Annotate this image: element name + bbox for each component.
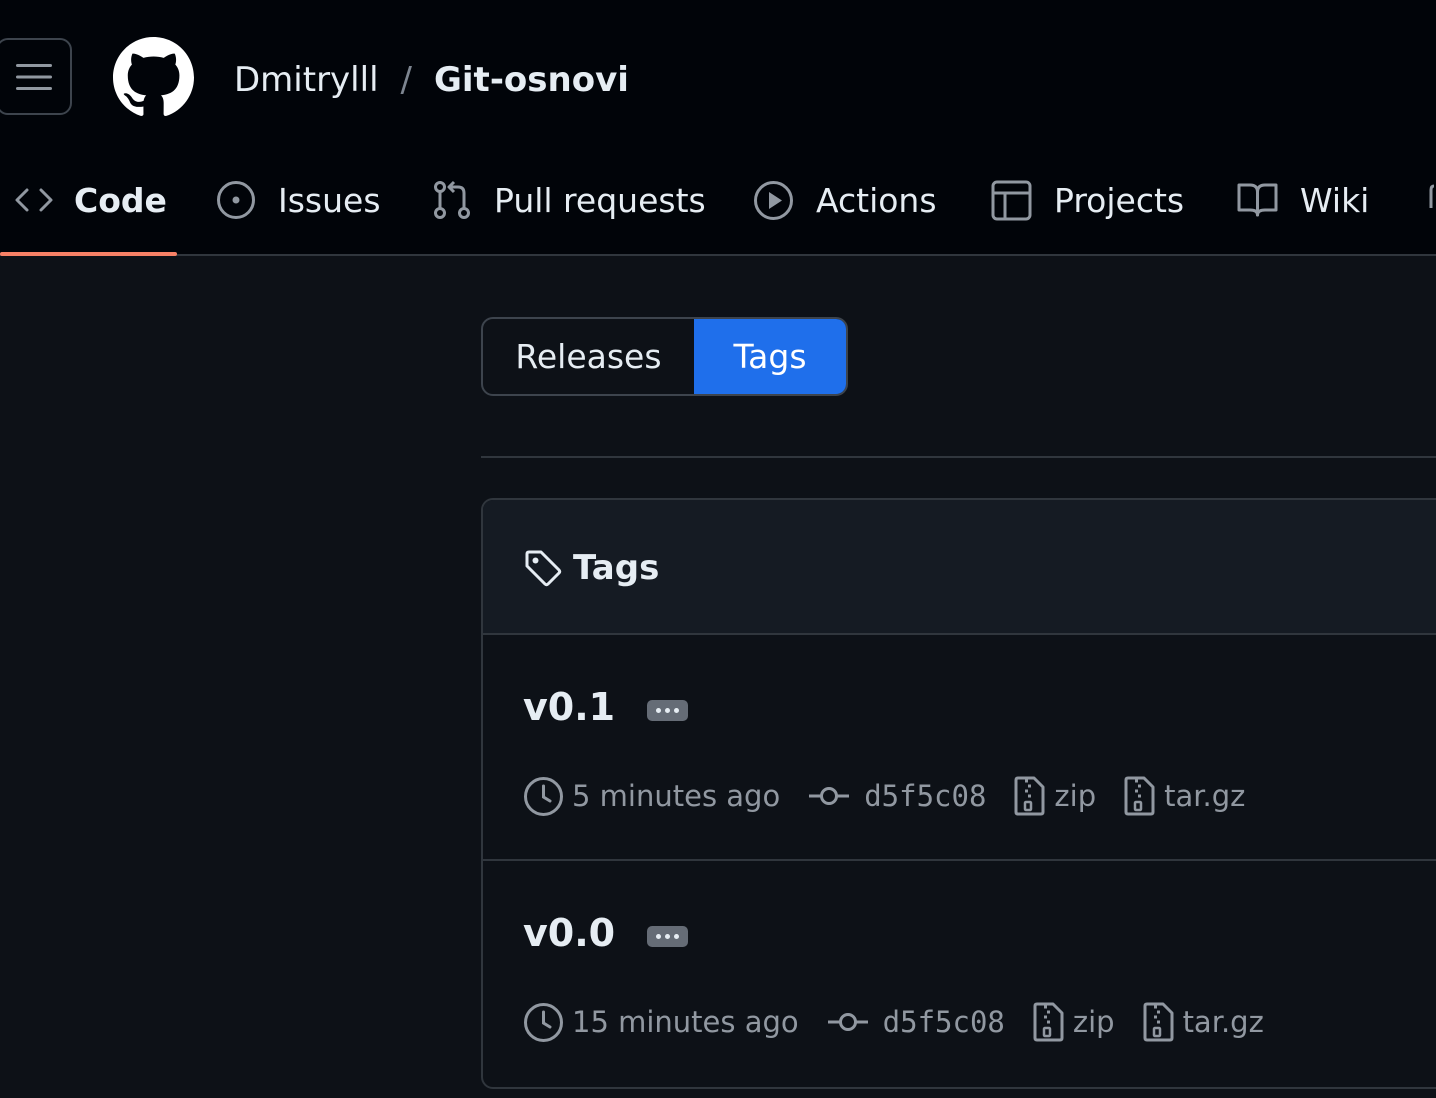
tag-time: 5 minutes ago [523,776,780,817]
releases-tags-toggle: Releases Tags [481,317,848,396]
targz-label: tar.gz [1164,779,1246,813]
tag-title-line: v0.0 [523,911,689,955]
tag-time-label: 5 minutes ago [572,779,781,813]
clock-icon [524,1002,563,1042]
commit-sha: d5f5c08 [864,779,987,813]
tag-icon [525,550,562,587]
tag-row: v0.0 15 minutes ago d5f5c08 zip tar.gz [483,861,1436,1087]
tab-code[interactable]: Code [14,170,167,230]
tags-box-title: Tags [523,548,659,588]
tab-projects-label: Projects [1054,180,1185,220]
tags-box-title-label: Tags [573,548,660,588]
clock-icon [524,776,563,816]
releases-button[interactable]: Releases [483,319,694,394]
active-tab-underline [0,252,177,256]
targz-download-link[interactable]: tar.gz [1124,775,1245,817]
git-commit-icon [827,1013,868,1031]
code-icon [15,188,53,212]
tag-name-link[interactable]: v0.1 [523,685,615,729]
tag-title-line: v0.1 [523,685,689,729]
tab-wiki[interactable]: Wiki [1237,170,1369,230]
shield-icon [1429,184,1435,208]
tab-actions-label: Actions [816,180,937,220]
section-divider [481,456,1436,458]
zip-download-link[interactable]: zip [1033,1001,1115,1043]
tab-issues[interactable]: Issues [216,170,381,230]
tab-actions[interactable]: Actions [753,170,937,230]
github-logo-icon[interactable] [113,37,194,118]
repo-owner-link[interactable]: Dmitrylll [234,58,379,102]
file-zip-icon [1033,1002,1064,1042]
play-icon [754,180,793,220]
hamburger-menu-button[interactable] [0,38,72,115]
tab-issues-label: Issues [278,180,381,220]
repo-header: Dmitrylll / Git-osnovi Code Issues Pull … [0,0,1436,256]
commit-link[interactable]: d5f5c08 [808,779,986,813]
repo-nav: Code Issues Pull requests Actions Projec… [0,170,1436,256]
commit-link[interactable]: d5f5c08 [827,1005,1005,1039]
tag-row: v0.1 5 minutes ago d5f5c08 zip tar.gz [483,635,1436,861]
repo-name-link[interactable]: Git-osnovi [434,58,629,102]
tags-box: Tags v0.1 5 minutes ago d5f5c08 zip tar.… [481,498,1436,1089]
targz-download-link[interactable]: tar.gz [1143,1001,1264,1043]
file-zip-icon [1124,776,1155,816]
file-zip-icon [1014,776,1045,816]
ellipsis-button[interactable] [647,925,689,947]
targz-label: tar.gz [1182,1005,1264,1039]
breadcrumb-separator: / [400,60,412,100]
ellipsis-button[interactable] [647,699,689,721]
tag-meta: 15 minutes ago d5f5c08 zip tar.gz [523,1001,1264,1043]
breadcrumb: Dmitrylll / Git-osnovi [234,58,629,102]
tags-box-header: Tags [483,500,1436,635]
git-pull-request-icon [434,180,470,219]
git-commit-icon [809,787,850,805]
tab-wiki-label: Wiki [1300,180,1370,220]
tab-pull-requests[interactable]: Pull requests [432,170,706,230]
tab-pull-requests-label: Pull requests [494,180,706,220]
commit-sha: d5f5c08 [882,1005,1005,1039]
three-bars-icon [16,63,52,90]
zip-label: zip [1072,1005,1115,1039]
zip-download-link[interactable]: zip [1014,775,1096,817]
tab-overflow[interactable] [1428,170,1436,230]
zip-label: zip [1054,779,1097,813]
book-icon [1237,183,1278,217]
tag-name-link[interactable]: v0.0 [523,911,615,955]
tag-time-label: 15 minutes ago [572,1005,799,1039]
tab-projects[interactable]: Projects [991,170,1184,230]
issue-opened-icon [217,181,255,219]
tag-time: 15 minutes ago [523,1002,799,1043]
tag-meta: 5 minutes ago d5f5c08 zip tar.gz [523,775,1245,817]
file-zip-icon [1143,1002,1174,1042]
table-icon [991,180,1032,220]
tab-code-label: Code [74,180,167,220]
tags-button[interactable]: Tags [694,319,846,394]
